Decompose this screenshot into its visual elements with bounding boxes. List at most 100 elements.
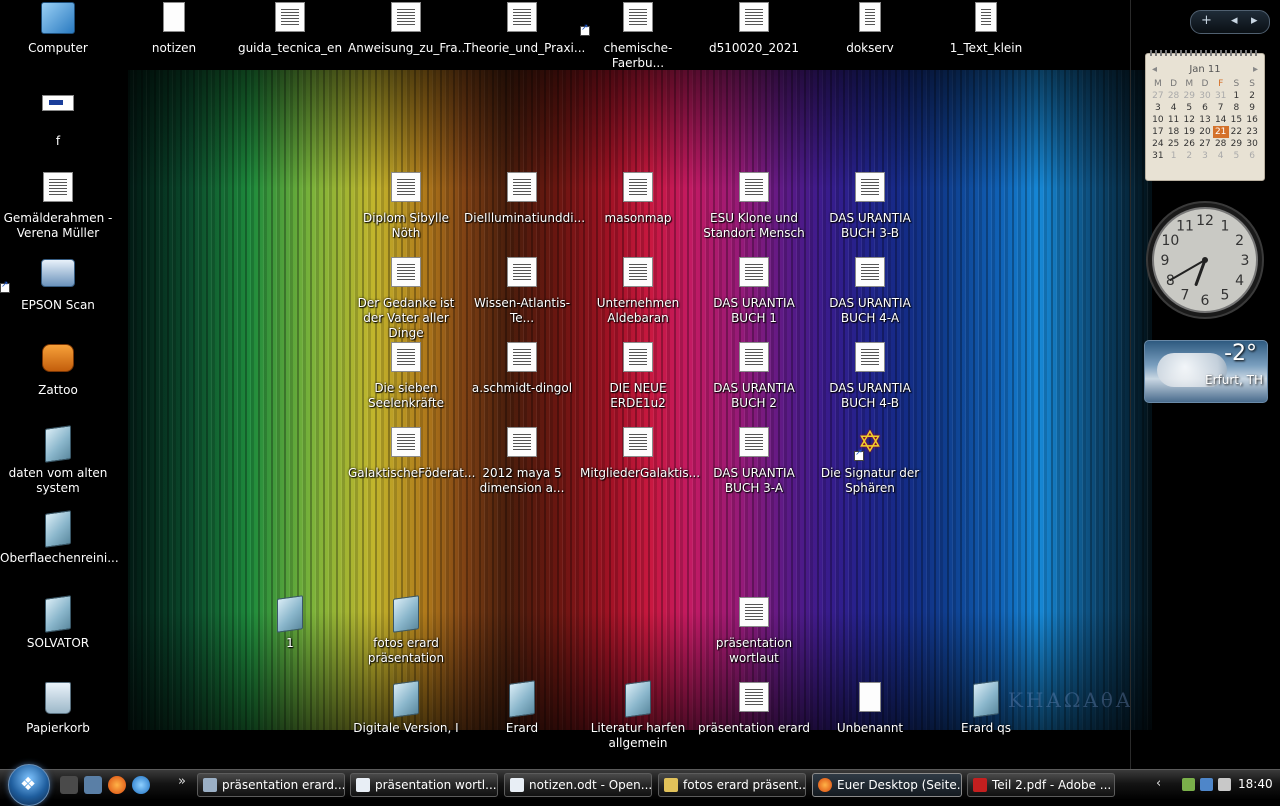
calendar-day[interactable]: 26	[1181, 138, 1197, 150]
calendar-day[interactable]: 23	[1244, 126, 1260, 138]
calendar-day[interactable]: 5	[1181, 102, 1197, 114]
taskbar-clock[interactable]: 18:40	[1238, 777, 1273, 791]
desktop-icon-computer[interactable]: Computer	[0, 0, 116, 56]
desktop-icon-urantia-3b[interactable]: DAS URANTIA BUCH 3-B	[812, 170, 928, 241]
calendar-day[interactable]: 25	[1166, 138, 1182, 150]
desktop-icon-erard-qs[interactable]: Erard qs	[928, 680, 1044, 736]
weather-gadget[interactable]: -2° Erfurt, TH	[1144, 340, 1268, 403]
taskbar-button-praesentation-wortlaut[interactable]: präsentation wortl...	[350, 773, 498, 797]
calendar-day[interactable]: 6	[1197, 102, 1213, 114]
desktop-icon-schmidt-dingol[interactable]: a.schmidt-dingol	[464, 340, 580, 396]
desktop-icon-chemische[interactable]: chemische-Faerbu...	[580, 0, 696, 71]
calendar-day[interactable]: 11	[1166, 114, 1182, 126]
desktop-icon-solvator[interactable]: SOLVATOR	[0, 595, 116, 651]
desktop-icon-atlantis[interactable]: Wissen-Atlantis-Te...	[464, 255, 580, 326]
desktop-icon-urantia-4b[interactable]: DAS URANTIA BUCH 4-B	[812, 340, 928, 411]
desktop-icon-f[interactable]: f	[0, 85, 116, 149]
firefox-icon[interactable]	[108, 776, 126, 794]
calendar-day[interactable]: 8	[1229, 102, 1245, 114]
calendar-day[interactable]: 19	[1181, 126, 1197, 138]
calendar-day[interactable]: 12	[1181, 114, 1197, 126]
internet-explorer-icon[interactable]	[132, 776, 150, 794]
calendar-day[interactable]: 27	[1197, 138, 1213, 150]
clock-gadget[interactable]: 1 2 3 4 5 6 7 8 9 10 11 12	[1145, 198, 1265, 322]
calendar-day[interactable]: 22	[1229, 126, 1245, 138]
desktop-icon-erard[interactable]: Erard	[464, 680, 580, 736]
taskbar-button-firefox[interactable]: Euer Desktop (Seite...	[812, 773, 962, 797]
calendar-day[interactable]: 14	[1213, 114, 1229, 126]
calendar-day[interactable]: 10	[1150, 114, 1166, 126]
calendar-day[interactable]: 30	[1197, 90, 1213, 102]
calendar-day[interactable]: 31	[1150, 150, 1166, 162]
desktop-icon-unbenannt[interactable]: Unbenannt	[812, 680, 928, 736]
quicklaunch-overflow-icon[interactable]: »	[178, 774, 186, 789]
add-gadget-button[interactable]: +	[1201, 13, 1212, 28]
desktop-icon-sieben-seelenkraefte[interactable]: Die sieben Seelenkräfte	[348, 340, 464, 411]
desktop-icon-praesentation-wortlaut[interactable]: präsentation wortlaut	[696, 595, 812, 666]
calendar-day[interactable]: 17	[1150, 126, 1166, 138]
switch-windows-icon[interactable]	[84, 776, 102, 794]
calendar-day[interactable]: 7	[1213, 102, 1229, 114]
desktop-icon-urantia-3a[interactable]: DAS URANTIA BUCH 3-A	[696, 425, 812, 496]
calendar-today[interactable]: 21	[1212, 126, 1229, 138]
calendar-day[interactable]: 20	[1197, 126, 1213, 138]
calendar-day[interactable]: 3	[1197, 150, 1213, 162]
calendar-day[interactable]: 28	[1213, 138, 1229, 150]
calendar-day[interactable]: 2	[1181, 150, 1197, 162]
calendar-day[interactable]: 9	[1244, 102, 1260, 114]
show-desktop-icon[interactable]	[60, 776, 78, 794]
desktop-icon-galaktische[interactable]: GalaktischeFöderat...	[348, 425, 475, 481]
desktop-icon-oberflaechenreini[interactable]: Oberflaechenreini...	[0, 510, 119, 566]
calendar-day[interactable]: 28	[1166, 90, 1182, 102]
desktop-icon-mitglieder[interactable]: MitgliederGalaktis...	[580, 425, 700, 481]
desktop-icon-epson-scan[interactable]: EPSON Scan	[0, 255, 116, 313]
calendar-day[interactable]: 13	[1197, 114, 1213, 126]
volume-icon[interactable]	[1218, 778, 1231, 791]
desktop-icon-guida-tecnica[interactable]: guida_tecnica_en	[232, 0, 348, 56]
taskbar-button-praesentation-erard[interactable]: präsentation erard....	[197, 773, 345, 797]
desktop-icon-urantia-4a[interactable]: DAS URANTIA BUCH 4-A	[812, 255, 928, 326]
desktop-icon-digitale-version[interactable]: Digitale Version, I	[348, 680, 464, 736]
next-page-button[interactable]: ▸	[1251, 13, 1258, 28]
desktop-icon-fotos-erard[interactable]: fotos erard präsentation	[348, 595, 464, 666]
desktop-icon-1-text-klein[interactable]: 1_Text_klein	[928, 0, 1044, 56]
desktop-icon-esu-klone[interactable]: ESU Klone und Standort Mensch	[696, 170, 812, 241]
calendar-day[interactable]: 31	[1213, 90, 1229, 102]
desktop-icon-illuminati[interactable]: DieIlluminatiunddi...	[464, 170, 585, 226]
desktop-icon-1[interactable]: 1	[232, 595, 348, 651]
desktop-icon-daten-vom-alten-system[interactable]: daten vom alten system	[0, 425, 116, 496]
calendar-day[interactable]: 16	[1244, 114, 1260, 126]
calendar-gadget[interactable]: ◂ Jan 11 ▸ M D M D F S S 27 28 29 30 31 1 2 3 4 5 6 7 8 9 10 1…	[1145, 50, 1265, 181]
calendar-next-icon[interactable]: ▸	[1253, 64, 1258, 75]
desktop-icon-diplom[interactable]: Diplom Sibylle Nöth	[348, 170, 464, 241]
taskbar-button-fotos-erard[interactable]: fotos erard präsent...	[658, 773, 806, 797]
network-icon[interactable]	[1200, 778, 1213, 791]
desktop-icon-maya[interactable]: 2012 maya 5 dimension a...	[464, 425, 580, 496]
calendar-day[interactable]: 6	[1244, 150, 1260, 162]
desktop-icon-papierkorb[interactable]: Papierkorb	[0, 680, 116, 736]
previous-page-button[interactable]: ◂	[1231, 13, 1238, 28]
usb-icon[interactable]	[1182, 778, 1195, 791]
calendar-day[interactable]: 18	[1166, 126, 1182, 138]
desktop-icon-theorie[interactable]: Theorie_und_Praxi...	[464, 0, 585, 56]
calendar-day[interactable]: 24	[1150, 138, 1166, 150]
desktop-icon-anweisung[interactable]: Anweisung_zu_Fra...	[348, 0, 469, 56]
calendar-day[interactable]: 29	[1229, 138, 1245, 150]
calendar-day[interactable]: 2	[1244, 90, 1260, 102]
desktop-icon-urantia-1[interactable]: DAS URANTIA BUCH 1	[696, 255, 812, 326]
desktop-icon-gedanke[interactable]: Der Gedanke ist der Vater aller Dinge	[348, 255, 464, 341]
desktop-icon-praesentation-erard[interactable]: präsentation erard	[696, 680, 812, 736]
calendar-day[interactable]: 1	[1166, 150, 1182, 162]
desktop-icon-dokserv[interactable]: dokserv	[812, 0, 928, 56]
desktop-icon-masonmap[interactable]: masonmap	[580, 170, 696, 226]
show-hidden-icons-button[interactable]: ‹	[1156, 776, 1161, 791]
desktop-icon-zattoo[interactable]: Zattoo	[0, 340, 116, 398]
calendar-day[interactable]: 15	[1229, 114, 1245, 126]
calendar-day[interactable]: 1	[1229, 90, 1245, 102]
calendar-day[interactable]: 30	[1244, 138, 1260, 150]
taskbar-button-notizen[interactable]: notizen.odt - Open...	[504, 773, 652, 797]
calendar-prev-icon[interactable]: ◂	[1152, 64, 1157, 75]
desktop-icon-neue-erde[interactable]: DIE NEUE ERDE1u2	[580, 340, 696, 411]
taskbar-button-adobe-reader[interactable]: Teil 2.pdf - Adobe ...	[967, 773, 1115, 797]
calendar-day[interactable]: 29	[1181, 90, 1197, 102]
